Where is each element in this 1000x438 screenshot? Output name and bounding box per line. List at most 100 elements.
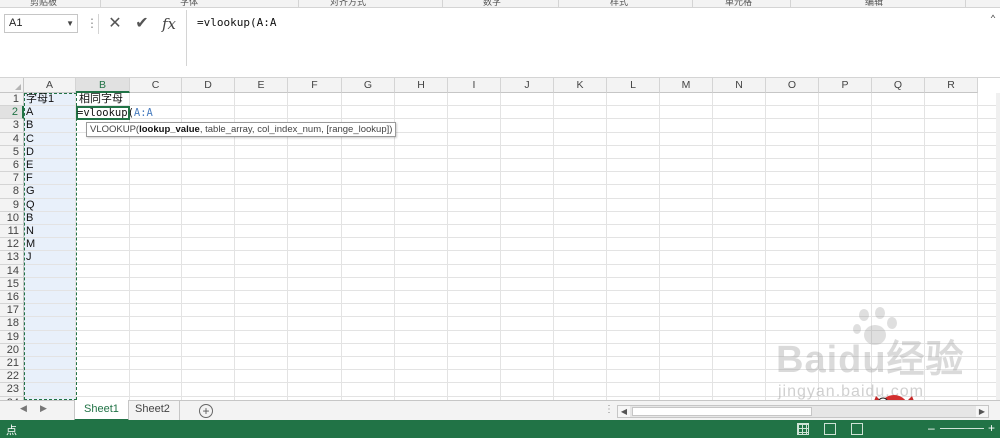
ribbon-group-clipboard: 剪贴板 [30,0,58,7]
column-header-h[interactable]: H [395,78,448,93]
cell-a7[interactable]: F [24,172,33,185]
cell-a10[interactable]: B [24,212,33,225]
gridline-horizontal [24,158,996,159]
row-header-15[interactable]: 15 [0,277,24,291]
horizontal-scroll-thumb[interactable] [632,407,812,416]
column-header-k[interactable]: K [554,78,607,93]
cell-a1[interactable]: 字母1 [24,93,54,106]
cell-a13[interactable]: J [24,251,32,264]
gridline-vertical [394,93,395,400]
scroll-tabs-right-icon[interactable]: ▶ [40,403,47,414]
select-all-button[interactable] [0,78,24,93]
cell-area[interactable]: 字母1 A B C D E F G Q B N M J 相同字母 =vlookup(A:A VLOOKU… [24,93,996,400]
row-header-5[interactable]: 5 [0,145,24,159]
cell-a3[interactable]: B [24,119,33,132]
worksheet-grid[interactable]: ABCDEFGHIJKLMNOPQR 1 2 3 4 5 6 7 8 9 10 11 12 13 14 15… [0,78,1000,400]
column-header-m[interactable]: M [660,78,713,93]
row-header-19[interactable]: 19 [0,330,24,344]
zoom-slider[interactable] [940,428,984,429]
row-header-12[interactable]: 12 [0,238,24,252]
row-header-9[interactable]: 9 [0,198,24,212]
page-break-view-icon[interactable] [851,423,863,435]
column-header-d[interactable]: D [182,78,235,93]
zoom-out-icon[interactable]: – [928,421,935,435]
cancel-button[interactable]: ✕ [104,14,126,34]
row-header-23[interactable]: 23 [0,383,24,397]
tab-sheet1[interactable]: Sheet1 [74,400,129,421]
collapse-formula-bar-icon[interactable]: ⌃ [990,14,996,25]
row-header-14[interactable]: 14 [0,264,24,278]
add-sheet-button[interactable]: + [199,404,213,418]
cell-a9[interactable]: Q [24,199,35,212]
chevron-down-icon[interactable]: ▼ [66,15,74,32]
gridline-vertical [500,93,501,400]
cell-b1[interactable]: 相同字母 [77,93,123,106]
column-header-e[interactable]: E [235,78,288,93]
function-tooltip[interactable]: VLOOKUP(lookup_value, table_array, col_i… [86,122,397,137]
cell-a8[interactable]: G [24,185,35,198]
row-header-16[interactable]: 16 [0,291,24,305]
ribbon-group-styles: 样式 [610,0,629,7]
status-mode: 点 [6,425,17,437]
row-header-3[interactable]: 3 [0,119,24,133]
normal-view-icon[interactable] [797,423,809,435]
cell-a2[interactable]: A [24,106,33,119]
insert-function-button[interactable]: fx [158,14,180,34]
tab-sheet2[interactable]: Sheet2 [126,400,180,421]
column-header-q[interactable]: Q [872,78,925,93]
ribbon-separator [100,0,101,7]
row-header-20[interactable]: 20 [0,343,24,357]
column-header-f[interactable]: F [288,78,342,93]
row-header-21[interactable]: 21 [0,357,24,371]
column-header-l[interactable]: L [607,78,660,93]
cell-a4[interactable]: C [24,133,34,146]
scroll-left-icon[interactable]: ◀ [618,406,630,417]
row-header-2[interactable]: 2 [0,106,24,120]
row-header-18[interactable]: 18 [0,317,24,331]
formula-bar-grip-icon[interactable]: ⋮ [86,16,98,30]
column-header-a[interactable]: A [24,78,76,93]
column-header-g[interactable]: G [342,78,395,93]
column-header-o[interactable]: O [766,78,819,93]
row-header-8[interactable]: 8 [0,185,24,199]
column-header-c[interactable]: C [130,78,182,93]
cell-a6[interactable]: E [24,159,33,172]
horizontal-scrollbar[interactable]: ◀ ▶ [617,405,989,418]
sheet-tab-bar: ◀ ▶ Sheet1 Sheet2 + ⋮ ◀ ▶ [0,400,1000,421]
name-box[interactable]: A1 ▼ [4,14,78,33]
cell-a11[interactable]: N [24,225,34,238]
column-header-j[interactable]: J [501,78,554,93]
cell-b2-edit-text: =vlookup(A:A [77,107,153,120]
row-header-13[interactable]: 13 [0,251,24,265]
row-header-10[interactable]: 10 [0,211,24,225]
row-header-4[interactable]: 4 [0,132,24,146]
gridline-horizontal [24,184,996,186]
column-header-i[interactable]: I [448,78,501,93]
page-layout-view-icon[interactable] [824,423,836,435]
tab-split-handle-icon[interactable]: ⋮ [604,404,614,415]
row-header-1[interactable]: 1 [0,93,24,107]
column-header-n[interactable]: N [713,78,766,93]
scroll-right-icon[interactable]: ▶ [976,406,988,417]
column-header-b[interactable]: B [76,78,130,93]
scroll-tabs-left-icon[interactable]: ◀ [20,403,27,414]
row-header-22[interactable]: 22 [0,370,24,384]
gridline-horizontal [24,329,996,331]
row-header-6[interactable]: 6 [0,159,24,173]
row-header-7[interactable]: 7 [0,172,24,186]
row-header-17[interactable]: 17 [0,304,24,318]
column-header-p[interactable]: P [819,78,872,93]
gridline-vertical [871,93,872,400]
gridline-vertical [977,93,978,400]
vertical-scrollbar[interactable] [996,93,1000,400]
ribbon-separator [965,0,966,7]
column-header-r[interactable]: R [925,78,978,93]
zoom-in-icon[interactable]: + [988,421,995,435]
ribbon-separator [442,0,443,7]
cell-a5[interactable]: D [24,146,34,159]
row-header-11[interactable]: 11 [0,225,24,239]
enter-button[interactable]: ✔ [131,14,153,34]
tooltip-current-arg[interactable]: lookup_value [139,124,200,135]
cell-a12[interactable]: M [24,238,35,251]
formula-input[interactable]: =vlookup(A:A ⌃ [186,10,1000,66]
